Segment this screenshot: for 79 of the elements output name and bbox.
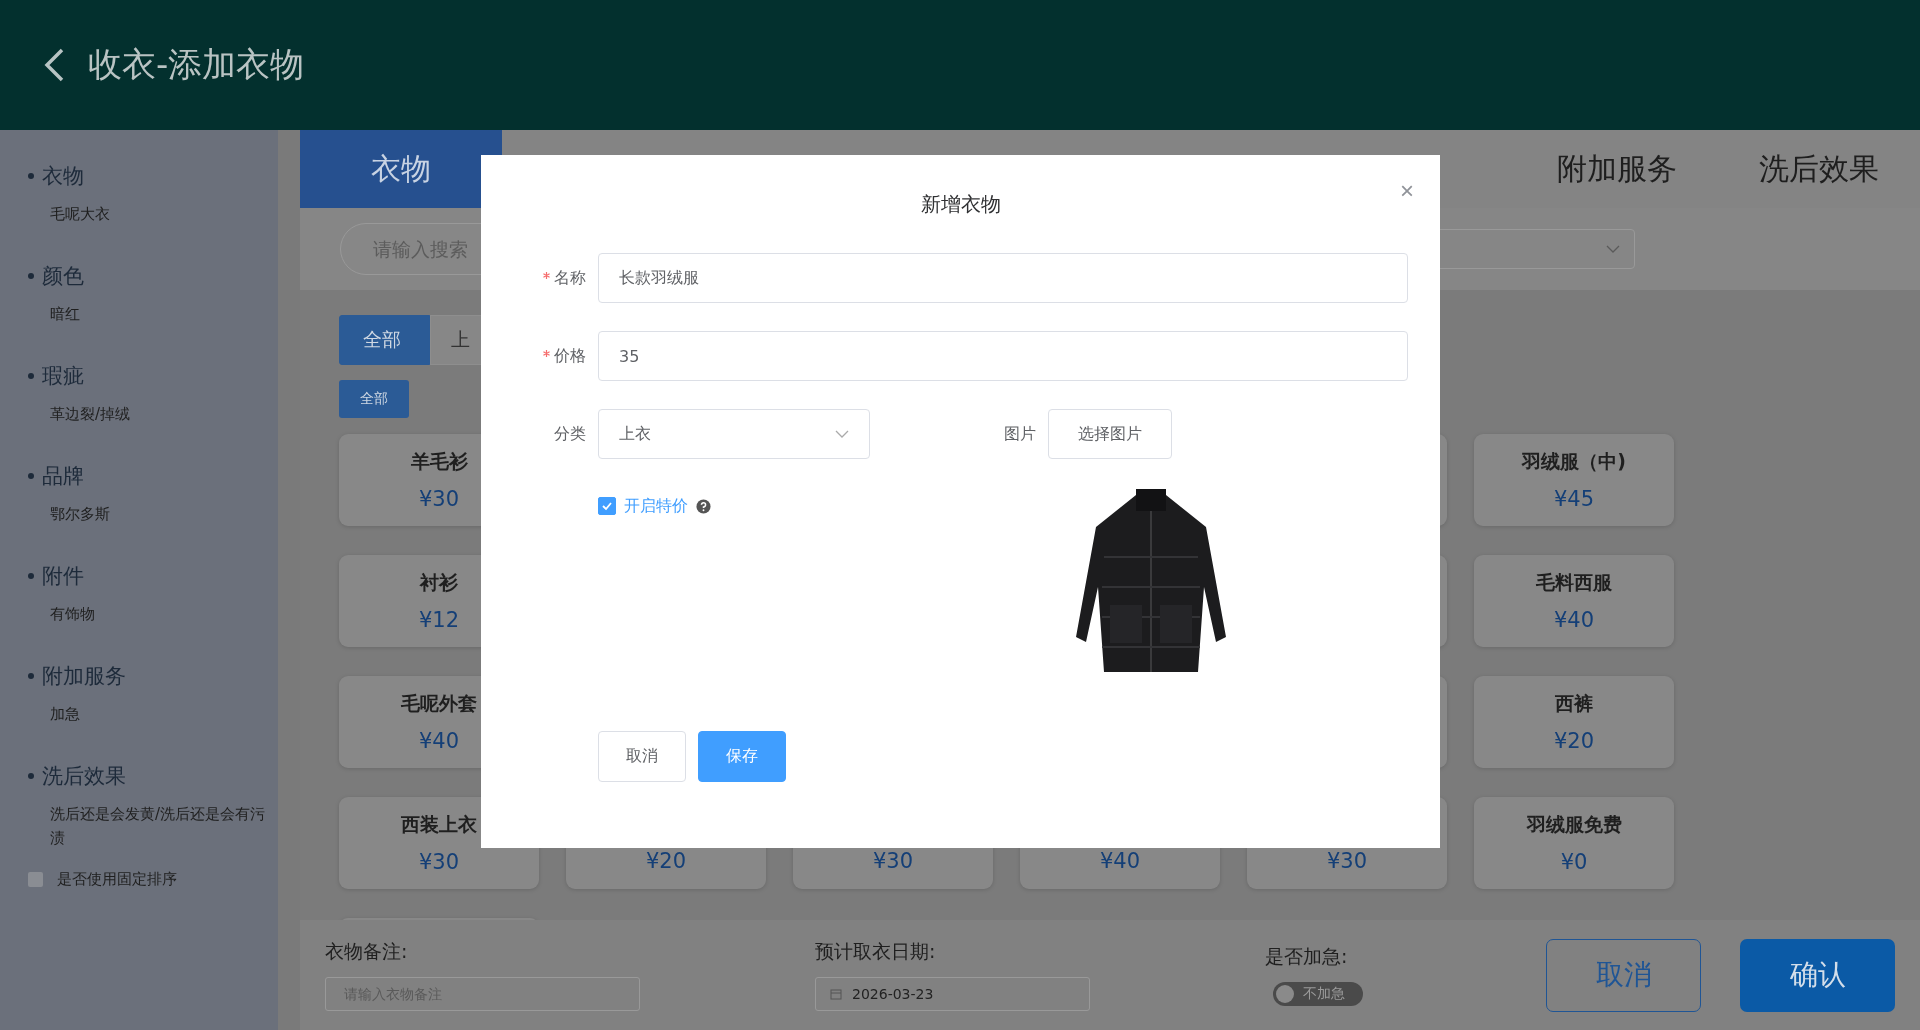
date-label: 预计取衣日期: — [815, 939, 937, 964]
summary-value: 暗红 — [50, 304, 81, 325]
bullet-icon — [28, 373, 34, 379]
tab[interactable]: 衣物 — [300, 130, 502, 208]
chevron-down-icon — [1606, 245, 1620, 253]
text-field[interactable]: 35 — [598, 331, 1408, 381]
garment-card[interactable]: 西裤 ¥20 — [1474, 676, 1674, 768]
garment-price: ¥12 — [418, 608, 460, 632]
garment-card[interactable]: 羽绒服（中) ¥45 — [1474, 434, 1674, 526]
date-field[interactable]: 2026-03-23 — [815, 977, 1090, 1011]
garment-price: ¥20 — [1553, 729, 1595, 753]
field-label: 分类 — [554, 423, 586, 445]
checkmark-icon — [601, 500, 613, 512]
tab[interactable]: 附加服务 — [1516, 130, 1718, 208]
category-tab[interactable]: 全部 — [339, 315, 430, 365]
summary-heading: 附加服务 — [42, 663, 126, 690]
garment-price: ¥30 — [418, 850, 460, 874]
field-label: 名称 — [554, 267, 586, 289]
bullet-icon — [28, 173, 34, 179]
garment-price: ¥40 — [1099, 849, 1141, 873]
summary-value: 有饰物 — [50, 604, 96, 625]
checkbox-label: 是否使用固定排序 — [57, 870, 177, 889]
summary-heading: 洗后效果 — [42, 763, 126, 790]
subcategory-tab[interactable]: 全部 — [339, 380, 409, 418]
garment-card[interactable]: 羽绒服免费 ¥0 — [1474, 797, 1674, 889]
chevron-down-icon — [835, 430, 849, 438]
tab[interactable]: 洗后效果 — [1718, 130, 1920, 208]
garment-price: ¥30 — [418, 487, 460, 511]
cancel-button[interactable]: 取消 — [598, 731, 686, 782]
text-field[interactable]: 长款羽绒服 — [598, 253, 1408, 303]
bullet-icon — [28, 273, 34, 279]
summary-value: 革边裂/掉绒 — [50, 404, 132, 425]
category-select[interactable]: 上衣 — [598, 409, 870, 459]
garment-card[interactable]: 毛料西服 ¥40 — [1474, 555, 1674, 647]
urgent-toggle[interactable]: 不加急 — [1273, 982, 1363, 1006]
help-icon — [696, 498, 711, 514]
choose-image-button[interactable]: 选择图片 — [1048, 409, 1172, 459]
garment-price: ¥40 — [1553, 608, 1595, 632]
garment-price: ¥45 — [1553, 487, 1595, 511]
bullet-icon — [28, 473, 34, 479]
summary-value: 洗后还是会发黄/洗后还是会有污渍 — [50, 804, 267, 849]
bullet-icon — [28, 573, 34, 579]
field-label: 价格 — [554, 345, 586, 367]
garment-name: 西裤 — [1555, 691, 1593, 716]
garment-price: ¥30 — [872, 849, 914, 873]
save-button[interactable]: 保存 — [698, 731, 786, 782]
back-icon[interactable] — [42, 47, 66, 83]
garment-name: 羽绒服（中) — [1522, 449, 1626, 474]
summary-heading: 瑕疵 — [42, 363, 84, 390]
garment-price: ¥30 — [1326, 849, 1368, 873]
garment-name: 毛料西服 — [1536, 570, 1612, 595]
garment-name: 西装上衣 — [401, 812, 477, 837]
garment-name: 毛呢外套 — [401, 691, 477, 716]
checkbox[interactable] — [28, 872, 43, 887]
summary-heading: 颜色 — [42, 263, 84, 290]
dialog-title: 新增衣物 — [920, 190, 1001, 218]
garment-name: 衬衫 — [420, 570, 458, 595]
calendar-icon — [830, 988, 842, 1000]
summary-value: 鄂尔多斯 — [50, 504, 111, 525]
checkbox-label: 开启特价 — [624, 495, 688, 517]
summary-value: 毛呢大衣 — [50, 204, 111, 225]
confirm-button[interactable]: 确认 — [1740, 938, 1895, 1012]
garment-price: ¥40 — [418, 729, 460, 753]
field-label: 图片 — [1003, 423, 1037, 445]
garment-name: 羽绒服免费 — [1526, 812, 1622, 837]
urgent-label: 是否加急: — [1265, 944, 1348, 969]
page-title: 收衣-添加衣物 — [88, 43, 305, 86]
summary-heading: 附件 — [42, 563, 84, 590]
garment-price: ¥0 — [1560, 850, 1588, 874]
garment-name: 羊毛衫 — [410, 449, 468, 474]
summary-heading: 品牌 — [42, 463, 84, 490]
garment-price: ¥20 — [645, 849, 687, 873]
bullet-icon — [28, 673, 34, 679]
summary-value: 加急 — [50, 704, 81, 725]
bullet-icon — [28, 773, 34, 779]
checkbox[interactable] — [598, 497, 616, 515]
summary-heading: 衣物 — [42, 163, 84, 190]
note-label: 衣物备注: — [325, 939, 409, 964]
close-button[interactable]: × — [1400, 179, 1414, 203]
